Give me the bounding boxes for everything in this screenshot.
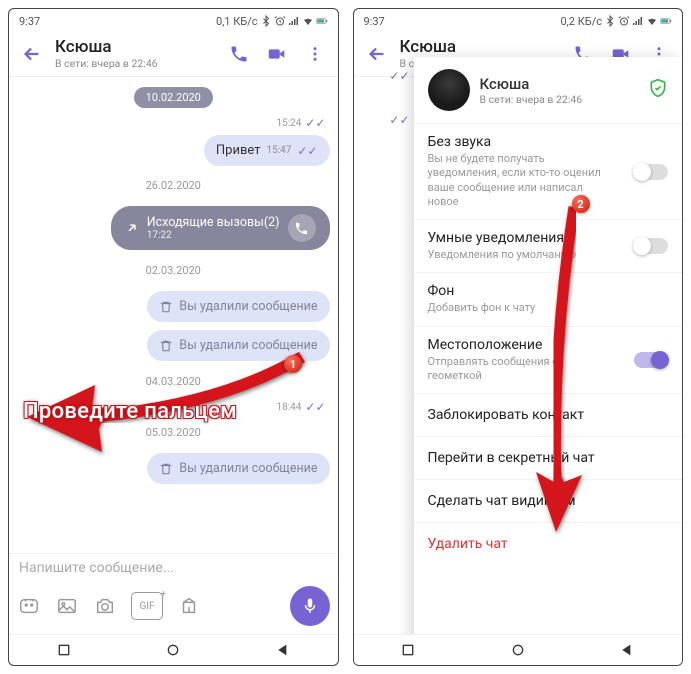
alarm-icon — [274, 15, 286, 27]
deleted-message: Вы удалили сообщение — [147, 330, 329, 361]
battery-icon — [316, 15, 328, 27]
wifi-icon — [646, 15, 658, 27]
gif-button[interactable]: GIF+ — [131, 592, 163, 620]
read-ticks-icon: ✓✓ — [305, 116, 325, 130]
profile-status: В сети: вчера в 22:46 — [480, 93, 583, 106]
status-time: 9:37 — [364, 15, 385, 28]
nav-recent-icon[interactable] — [56, 642, 72, 658]
toggle-on[interactable] — [634, 352, 668, 368]
phone-right: 9:37 0,2 КБ/с Ксюша В сети: вчера в 22:4… — [353, 8, 684, 666]
call-log[interactable]: Исходящие вызовы(2) 17:22 — [111, 206, 330, 250]
shield-icon — [648, 78, 668, 102]
signal-icon — [632, 15, 644, 27]
avatar — [428, 69, 470, 111]
gallery-button[interactable] — [55, 594, 79, 618]
date-pill: 10.02.2020 — [134, 87, 213, 108]
mic-button[interactable] — [290, 586, 330, 626]
more-button[interactable] — [177, 594, 201, 618]
status-bar: 9:37 0,1 КБ/с — [9, 9, 338, 31]
message-text: Привет — [216, 143, 261, 158]
nav-back-icon[interactable] — [619, 642, 635, 658]
read-ticks-icon: ✓✓ — [297, 144, 317, 158]
chat-background: ✓✓ ✓✓ — [354, 57, 414, 665]
chat-settings-panel: Ксюша В сети: вчера в 22:46 Без звука Вы… — [414, 57, 683, 665]
swipe-instruction: Проведите пальцем — [23, 399, 237, 424]
toggle-off[interactable] — [634, 238, 668, 254]
marker-2: 2 — [572, 195, 590, 213]
nav-back-icon[interactable] — [275, 642, 291, 658]
wifi-icon — [302, 15, 314, 27]
date-divider: 04.03.2020 — [17, 375, 330, 388]
chat-title: Ксюша — [55, 37, 216, 57]
date-divider: 05.03.2020 — [17, 426, 330, 439]
read-ticks-icon: ✓✓ — [389, 69, 409, 83]
nav-home-icon[interactable] — [165, 642, 181, 658]
menu-button[interactable] — [300, 39, 330, 69]
chat-header: Ксюша В сети: вчера в 22:46 — [9, 31, 338, 77]
chat-area[interactable]: 10.02.2020 15:24✓✓ Привет 15:47 ✓✓ 26.02… — [9, 77, 338, 553]
phone-left: 9:37 0,1 КБ/с Ксюша В сети: вчера в 22:4… — [8, 8, 339, 666]
input-toolbar: GIF+ — [9, 582, 338, 634]
chat-subtitle: В сети: вчера в 22:46 — [55, 57, 216, 70]
read-ticks-icon: ✓✓ — [389, 113, 409, 127]
setting-delete[interactable]: Удалить чат — [414, 523, 683, 565]
setting-mute[interactable]: Без звука Вы не будете получать уведомле… — [414, 124, 683, 220]
read-ticks-icon: ✓✓ — [305, 400, 325, 414]
profile-name: Ксюша — [480, 75, 583, 93]
nav-home-icon[interactable] — [510, 642, 526, 658]
android-navbar — [9, 634, 338, 665]
setting-visible[interactable]: Сделать чат видимым — [414, 480, 683, 523]
net-speed: 0,2 КБ/с — [560, 15, 602, 28]
chat-title: Ксюша — [400, 37, 561, 57]
video-button[interactable] — [262, 39, 292, 69]
android-navbar — [354, 634, 683, 665]
setting-smart[interactable]: Умные уведомления Уведомления по умолчан… — [414, 220, 683, 273]
profile-row[interactable]: Ксюша В сети: вчера в 22:46 — [414, 57, 683, 124]
setting-block[interactable]: Заблокировать контакт — [414, 394, 683, 437]
setting-secret[interactable]: Перейти в секретный чат — [414, 437, 683, 480]
setting-location[interactable]: Местоположение Отправлять сообщения с ге… — [414, 327, 683, 395]
date-divider: 26.02.2020 — [17, 179, 330, 192]
status-bar: 9:37 0,2 КБ/с — [354, 9, 683, 31]
net-speed: 0,1 КБ/с — [216, 15, 258, 28]
bluetooth-icon — [604, 15, 616, 27]
call-button[interactable] — [224, 39, 254, 69]
outgoing-icon — [125, 221, 139, 235]
phone-icon — [288, 214, 316, 242]
camera-button[interactable] — [93, 594, 117, 618]
back-button[interactable] — [17, 39, 47, 69]
trash-icon — [159, 339, 173, 353]
alarm-icon — [618, 15, 630, 27]
battery-icon — [660, 15, 672, 27]
status-time: 9:37 — [19, 15, 40, 28]
deleted-message: Вы удалили сообщение — [147, 291, 329, 322]
toggle-off[interactable] — [634, 164, 668, 180]
bluetooth-icon — [260, 15, 272, 27]
message-input[interactable]: Напишите сообщение... — [9, 553, 338, 582]
deleted-message: Вы удалили сообщение — [147, 453, 329, 484]
trash-icon — [159, 462, 173, 476]
sticker-button[interactable] — [17, 594, 41, 618]
date-divider: 02.03.2020 — [17, 264, 330, 277]
nav-recent-icon[interactable] — [400, 642, 416, 658]
setting-background[interactable]: Фон Добавить фон к чату — [414, 273, 683, 326]
signal-icon — [288, 15, 300, 27]
marker-1: 1 — [284, 355, 302, 373]
trash-icon — [159, 300, 173, 314]
message-out[interactable]: Привет 15:47 ✓✓ — [204, 135, 330, 166]
